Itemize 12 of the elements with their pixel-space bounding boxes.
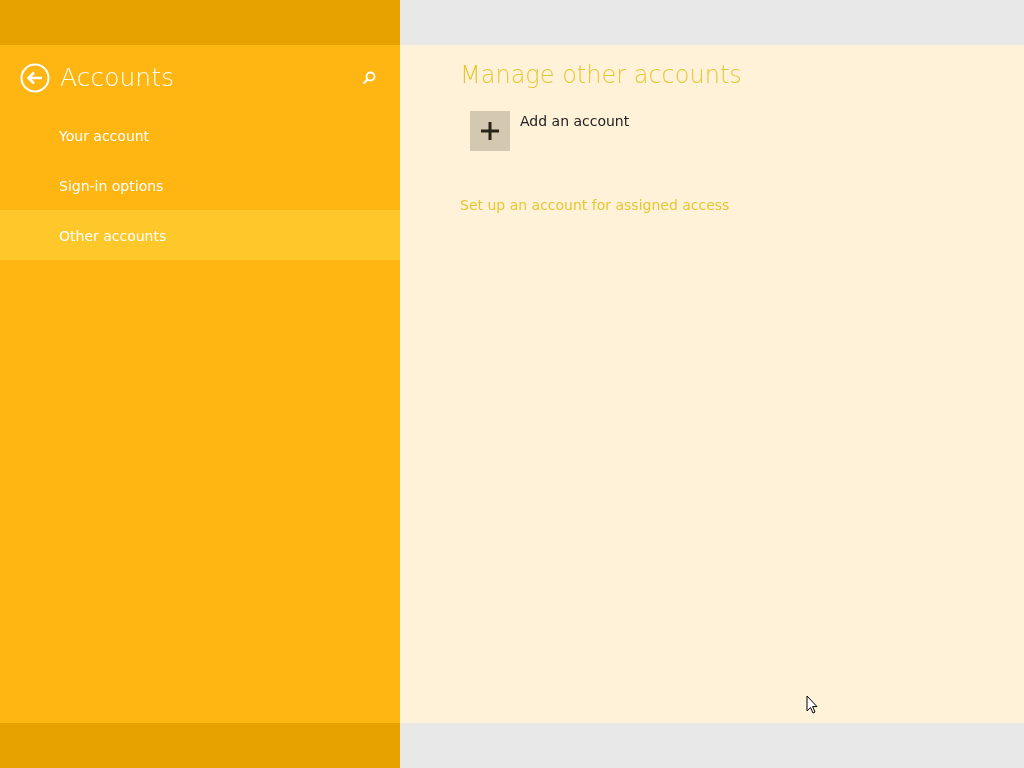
back-icon[interactable] [20,62,50,93]
sidebar-item[interactable]: Other accounts [0,210,400,260]
section-title: Manage other accounts [460,60,743,91]
plus-icon [480,121,500,141]
assigned-access-link[interactable]: Set up an account for assigned access [460,195,730,216]
page-title: Accounts [60,61,174,94]
cursor-icon [806,695,818,714]
search-icon[interactable] [362,70,376,85]
sidebar-item[interactable]: Sign-in options [0,160,400,210]
add-account-button[interactable] [470,111,510,151]
add-account-label[interactable]: Add an account [520,111,630,132]
sidebar-item[interactable]: Your account [0,110,400,160]
